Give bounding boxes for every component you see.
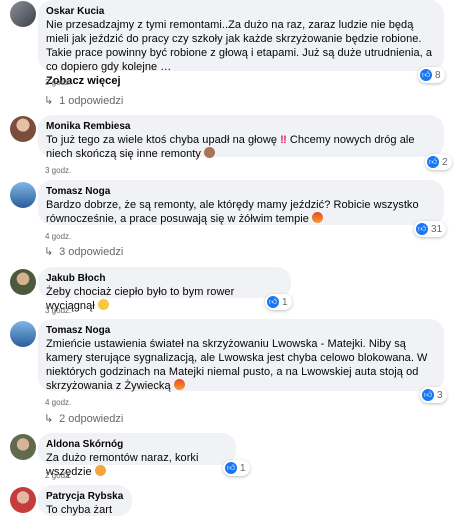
view-replies-link[interactable]: ↳ 3 odpowiedzi bbox=[44, 245, 123, 258]
like-icon: 👍︎ bbox=[225, 462, 237, 474]
reaction-number: 3 bbox=[437, 389, 443, 401]
reaction-number: 8 bbox=[435, 69, 441, 81]
angry-face-icon bbox=[173, 379, 185, 390]
avatar[interactable] bbox=[10, 487, 36, 513]
comment-body: To już tego za wiele ktoś chyba upadł na… bbox=[46, 134, 277, 146]
comment-bubble: Aldona Skórnóg Za dużo remontów naraz, k… bbox=[38, 433, 236, 478]
avatar[interactable] bbox=[10, 269, 36, 295]
like-icon: 👍︎ bbox=[416, 223, 428, 235]
reaction-count[interactable]: 👍︎ 1 bbox=[223, 460, 250, 476]
reaction-number: 1 bbox=[240, 462, 246, 474]
comment-author[interactable]: Monika Rembiesa bbox=[46, 120, 436, 133]
angry-face-icon bbox=[312, 212, 324, 223]
avatar[interactable] bbox=[10, 321, 36, 347]
see-no-evil-monkey-icon bbox=[204, 147, 216, 158]
comment-timestamp[interactable]: 2 godz. bbox=[45, 471, 71, 480]
reaction-count[interactable]: 👍︎ 2 bbox=[425, 154, 452, 170]
reply-arrow-icon: ↳ bbox=[44, 413, 54, 425]
reaction-number: 2 bbox=[442, 156, 448, 168]
comment-timestamp[interactable]: 3 godz. bbox=[45, 166, 71, 175]
comment-author[interactable]: Tomasz Noga bbox=[46, 185, 436, 198]
comment-bubble: Tomasz Noga Zmieńcie ustawienia świateł … bbox=[38, 319, 444, 393]
reaction-count[interactable]: 👍︎ 3 bbox=[420, 387, 447, 403]
comment-author[interactable]: Oskar Kucia bbox=[46, 5, 436, 18]
view-replies-link[interactable]: ↳ 1 odpowiedzi bbox=[44, 94, 123, 107]
comment-bubble: Jakub Błoch Żeby chociaż ciepło było to … bbox=[38, 267, 291, 312]
replies-label: 2 odpowiedzi bbox=[59, 413, 124, 425]
comment-bubble: Tomasz Noga Bardzo dobrze, że są remonty… bbox=[38, 180, 444, 225]
comment-text: To już tego za wiele ktoś chyba upadł na… bbox=[46, 133, 436, 161]
comment-bubble: Monika Rembiesa To już tego za wiele kto… bbox=[38, 115, 444, 160]
avatar[interactable] bbox=[10, 116, 36, 142]
like-icon: 👍︎ bbox=[267, 296, 279, 308]
replies-label: 3 odpowiedzi bbox=[59, 246, 124, 258]
avatar[interactable] bbox=[10, 434, 36, 460]
comment-text: Bardzo dobrze, że są remonty, ale któręd… bbox=[46, 198, 436, 226]
comment-body: Bardzo dobrze, że są remonty, ale któręd… bbox=[46, 199, 419, 225]
comment-timestamp[interactable]: 4 godz. bbox=[45, 232, 71, 241]
comment-author[interactable]: Patrycja Rybska bbox=[46, 490, 124, 503]
comment-timestamp[interactable]: 3 godz. bbox=[45, 306, 71, 315]
comment-timestamp[interactable]: 3 godz. bbox=[45, 78, 71, 87]
reaction-count[interactable]: 👍︎ 1 bbox=[265, 294, 292, 310]
laughing-face-icon bbox=[97, 299, 109, 310]
avatar[interactable] bbox=[10, 1, 36, 27]
comment-text: Nie przesadzajmy z tymi remontami..Za du… bbox=[46, 18, 436, 88]
like-icon: 👍︎ bbox=[422, 389, 434, 401]
reply-arrow-icon: ↳ bbox=[44, 246, 54, 258]
comment-body: Zmieńcie ustawienia świateł na skrzyżowa… bbox=[46, 338, 428, 392]
double-exclamation-icon: ‼ bbox=[280, 134, 287, 146]
reaction-count[interactable]: 👍︎ 31 bbox=[414, 221, 447, 237]
comment-text: Zmieńcie ustawienia świateł na skrzyżowa… bbox=[46, 337, 436, 393]
comment-timestamp[interactable]: 4 godz. bbox=[45, 398, 71, 407]
like-icon: 👍︎ bbox=[427, 156, 439, 168]
comment-body: Żeby chociaż ciepło było to bym rower wy… bbox=[46, 286, 235, 312]
comment-body: Nie przesadzajmy z tymi remontami..Za du… bbox=[46, 19, 433, 73]
comment-bubble: Patrycja Rybska To chyba żart bbox=[38, 485, 132, 516]
comment-author[interactable]: Jakub Błoch bbox=[46, 272, 283, 285]
comment-author[interactable]: Aldona Skórnóg bbox=[46, 438, 228, 451]
comment-text: Za dużo remontów naraz, korki wszędzie bbox=[46, 451, 228, 479]
reaction-count[interactable]: 👍︎ 8 bbox=[418, 67, 445, 83]
replies-label: 1 odpowiedzi bbox=[59, 95, 124, 107]
comment-bubble: Oskar Kucia Nie przesadzajmy z tymi remo… bbox=[38, 0, 444, 87]
comment-text: To chyba żart bbox=[46, 504, 113, 516]
reaction-number: 1 bbox=[282, 296, 288, 308]
like-icon: 👍︎ bbox=[420, 69, 432, 81]
view-replies-link[interactable]: ↳ 2 odpowiedzi bbox=[44, 412, 123, 425]
facepalm-icon bbox=[94, 465, 106, 476]
avatar[interactable] bbox=[10, 182, 36, 208]
reply-arrow-icon: ↳ bbox=[44, 95, 54, 107]
comment-text: Żeby chociaż ciepło było to bym rower wy… bbox=[46, 285, 283, 313]
comment-author[interactable]: Tomasz Noga bbox=[46, 324, 436, 337]
reaction-number: 31 bbox=[431, 223, 443, 235]
